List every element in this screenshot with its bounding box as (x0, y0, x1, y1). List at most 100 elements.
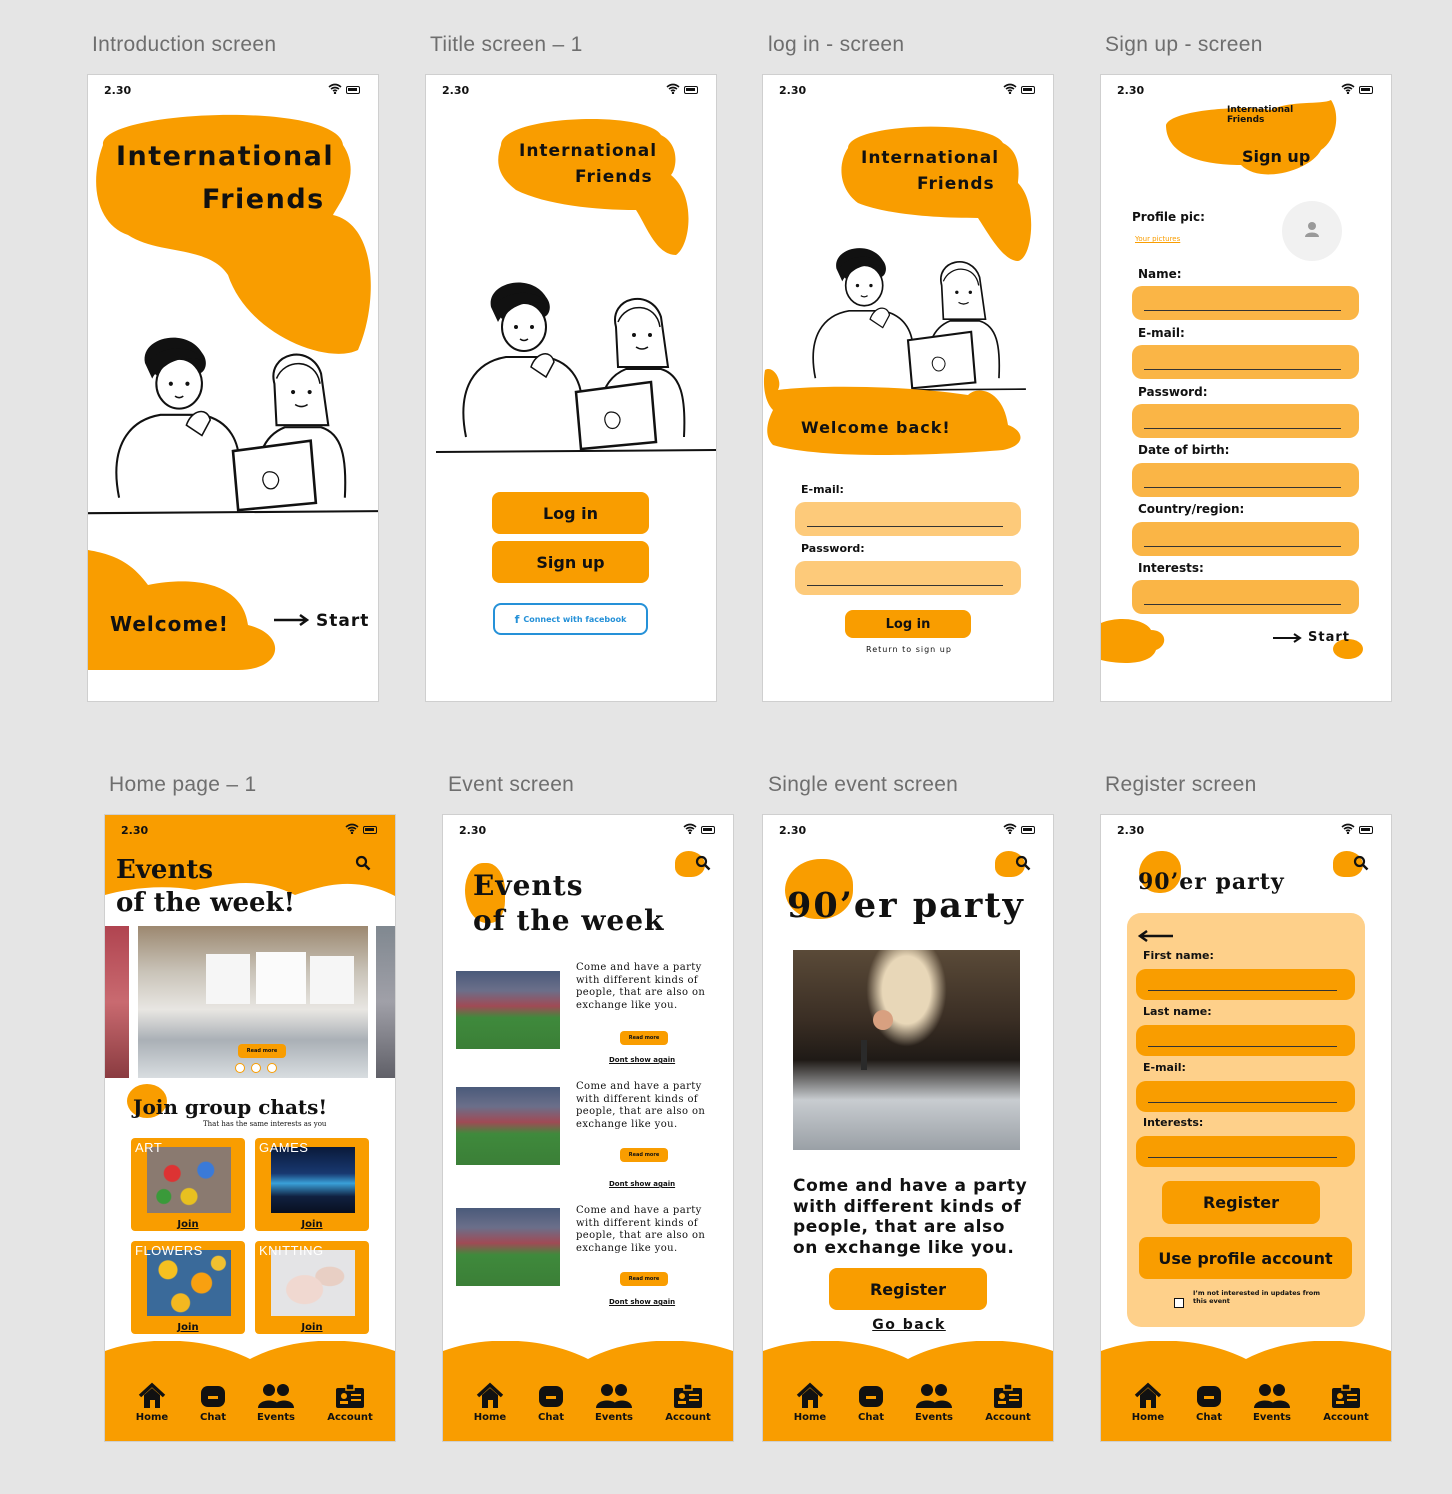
interests-field[interactable] (1136, 1136, 1355, 1167)
dont-show-again-link[interactable]: Dont show again (609, 1180, 675, 1188)
read-more-button[interactable]: Read more (620, 1148, 668, 1162)
login-button[interactable]: Log in (845, 610, 971, 638)
join-link[interactable]: Join (131, 1219, 245, 1230)
carousel-dot[interactable] (235, 1063, 245, 1073)
nav-account[interactable]: Account (318, 1382, 382, 1423)
nav-chat[interactable]: Chat (1177, 1382, 1241, 1423)
nav-account[interactable]: Account (656, 1382, 720, 1423)
facebook-connect-button[interactable]: f Connect with facebook (493, 603, 648, 635)
nav-home[interactable]: Home (778, 1382, 842, 1423)
optout-label: I’m not interested in updates from this … (1193, 1289, 1321, 1305)
nav-events[interactable]: Events (244, 1382, 308, 1423)
return-to-signup-link[interactable]: Return to sign up (763, 645, 1053, 654)
use-profile-button[interactable]: Use profile account (1139, 1237, 1352, 1279)
nav-account[interactable]: Account (1314, 1382, 1378, 1423)
search-icon[interactable] (1015, 855, 1031, 875)
carousel-main-image[interactable]: Read more (138, 926, 368, 1078)
status-bar: 2.30 (457, 823, 719, 838)
read-more-button[interactable]: Read more (620, 1272, 668, 1286)
email-field[interactable] (1136, 1081, 1355, 1112)
welcome-text: Welcome! (110, 612, 229, 636)
optout-checkbox[interactable] (1174, 1298, 1184, 1308)
password-field[interactable] (795, 561, 1021, 595)
join-link[interactable]: Join (255, 1322, 369, 1333)
country-field[interactable] (1132, 522, 1359, 556)
register-button[interactable]: Register (1162, 1181, 1320, 1224)
interests-field[interactable] (1132, 580, 1359, 614)
search-icon[interactable] (1353, 855, 1369, 875)
arrow-left-icon[interactable] (1137, 927, 1175, 946)
nav-events[interactable]: Events (902, 1382, 966, 1423)
events-title-line2: of the week! (116, 888, 295, 918)
app-name-line1: International (861, 148, 1000, 168)
wifi-icon (1003, 83, 1017, 97)
register-button[interactable]: Register (829, 1268, 987, 1310)
email-field[interactable] (1132, 345, 1359, 379)
status-time: 2.30 (1117, 84, 1145, 97)
nav-events[interactable]: Events (582, 1382, 646, 1423)
nav-chat[interactable]: Chat (519, 1382, 583, 1423)
status-time: 2.30 (1117, 824, 1145, 837)
games-image (271, 1147, 355, 1213)
nav-account-label: Account (665, 1412, 711, 1423)
read-more-button[interactable]: Read more (620, 1031, 668, 1045)
login-button[interactable]: Log in (492, 492, 649, 534)
tile-name: FLOWERS (135, 1243, 203, 1258)
your-pictures-link[interactable]: Your pictures (1135, 235, 1180, 243)
welcome-blob (88, 550, 276, 670)
last-name-field[interactable] (1136, 1025, 1355, 1056)
group-tile-flowers[interactable]: FLOWERS Join (131, 1241, 245, 1334)
dob-field[interactable] (1132, 463, 1359, 497)
event-image[interactable] (456, 1087, 560, 1165)
home-icon (458, 1382, 522, 1412)
nav-events[interactable]: Events (1240, 1382, 1304, 1423)
nav-home[interactable]: Home (1116, 1382, 1180, 1423)
first-name-field[interactable] (1136, 969, 1355, 1000)
dont-show-again-link[interactable]: Dont show again (609, 1056, 675, 1064)
nav-events-label: Events (915, 1412, 953, 1423)
group-tile-games[interactable]: GAMES Join (255, 1138, 369, 1231)
events-title-line1: Events (473, 869, 584, 902)
search-icon[interactable] (695, 855, 711, 875)
email-field[interactable] (795, 502, 1021, 536)
event-title: 90’er party (787, 885, 1025, 926)
nav-home[interactable]: Home (458, 1382, 522, 1423)
group-tile-art[interactable]: ART Join (131, 1138, 245, 1231)
frame-label-intro: Introduction screen (92, 33, 277, 56)
password-field[interactable] (1132, 404, 1359, 438)
interests-label: Interests: (1138, 561, 1204, 575)
event-description: Come and have a party with different kin… (576, 962, 706, 1011)
status-time: 2.30 (121, 824, 149, 837)
start-button[interactable]: Start (274, 611, 369, 631)
dob-label: Date of birth: (1138, 443, 1230, 457)
nav-account[interactable]: Account (976, 1382, 1040, 1423)
join-link[interactable]: Join (255, 1219, 369, 1230)
carousel-dot[interactable] (251, 1063, 261, 1073)
event-image[interactable] (456, 1208, 560, 1286)
carousel-prev-image[interactable] (105, 926, 129, 1078)
signup-button[interactable]: Sign up (492, 541, 649, 583)
battery-icon (684, 86, 698, 94)
battery-icon (363, 826, 377, 834)
event-image[interactable] (456, 971, 560, 1049)
nav-events-label: Events (1253, 1412, 1291, 1423)
phone-login: 2.30 International Friends Welcome back!… (762, 74, 1054, 702)
wifi-icon (683, 823, 697, 837)
wifi-icon (666, 83, 680, 97)
go-back-link[interactable]: Go back (763, 1317, 1053, 1333)
start-button[interactable]: Start (1273, 628, 1350, 647)
home-icon (120, 1382, 184, 1412)
nav-home[interactable]: Home (120, 1382, 184, 1423)
carousel-dot[interactable] (267, 1063, 277, 1073)
nav-chat[interactable]: Chat (839, 1382, 903, 1423)
group-tile-knitting[interactable]: KNITTING Join (255, 1241, 369, 1334)
nav-chat[interactable]: Chat (181, 1382, 245, 1423)
read-more-button[interactable]: Read more (238, 1044, 286, 1058)
join-link[interactable]: Join (131, 1322, 245, 1333)
search-icon[interactable] (355, 855, 371, 875)
name-field[interactable] (1132, 286, 1359, 320)
dont-show-again-link[interactable]: Dont show again (609, 1298, 675, 1306)
avatar-upload[interactable] (1282, 201, 1342, 261)
carousel-next-image[interactable] (376, 926, 395, 1078)
bottom-nav: Home Chat Events Account (1101, 1341, 1391, 1441)
